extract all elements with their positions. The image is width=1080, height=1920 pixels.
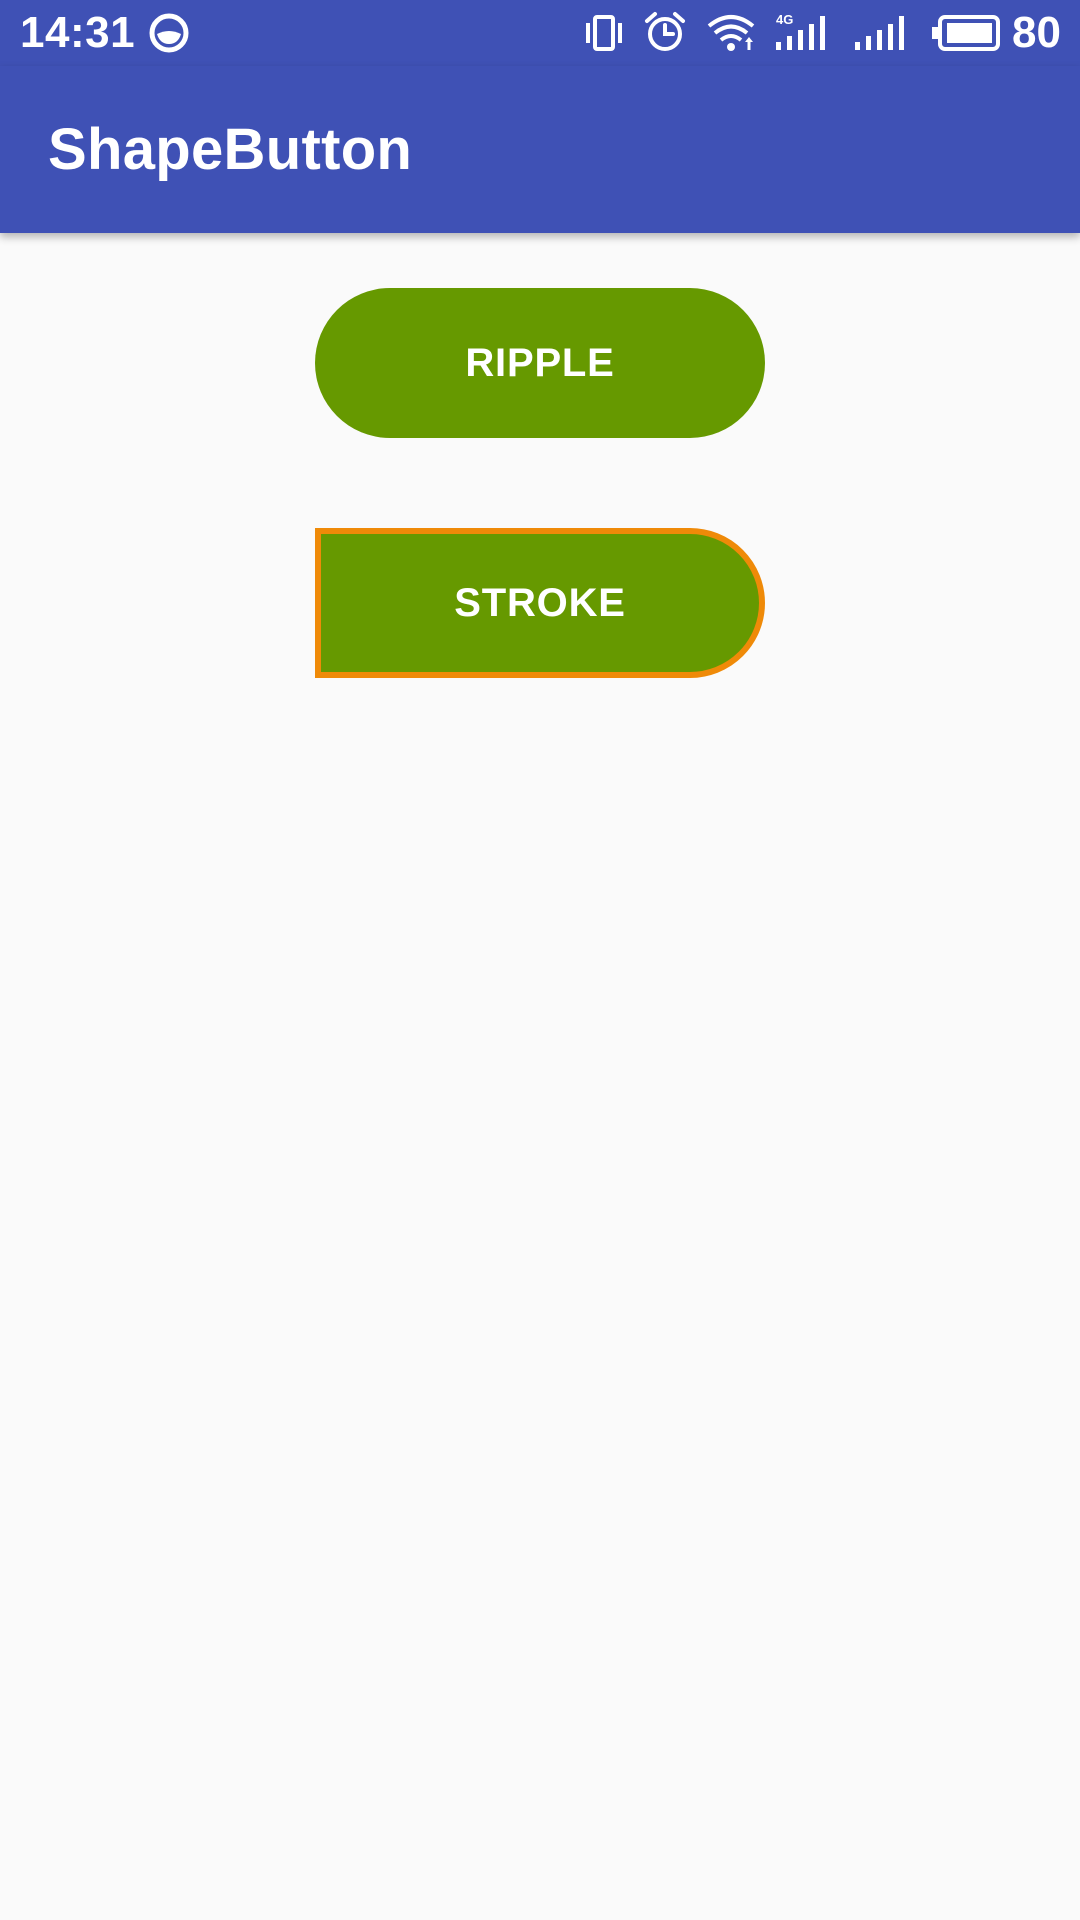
app-title: ShapeButton <box>48 117 413 182</box>
battery-icon <box>932 15 1000 51</box>
signal-4g-icon: 4G <box>776 12 825 50</box>
app-notification-icon <box>149 13 189 53</box>
battery-level: 80 <box>1012 8 1061 57</box>
content-area: RIPPLE STROKE <box>0 233 1080 1920</box>
app-bar: ShapeButton <box>0 66 1080 233</box>
status-bar: 14:31 4G 80 <box>0 0 1080 66</box>
stroke-button[interactable]: STROKE <box>315 528 765 678</box>
ripple-button[interactable]: RIPPLE <box>315 288 765 438</box>
status-time: 14:31 <box>20 8 136 57</box>
wifi-icon <box>707 15 755 51</box>
svg-text:4G: 4G <box>776 12 793 27</box>
signal-icon <box>855 16 904 50</box>
alarm-icon <box>645 12 685 51</box>
vibrate-icon <box>586 15 622 51</box>
